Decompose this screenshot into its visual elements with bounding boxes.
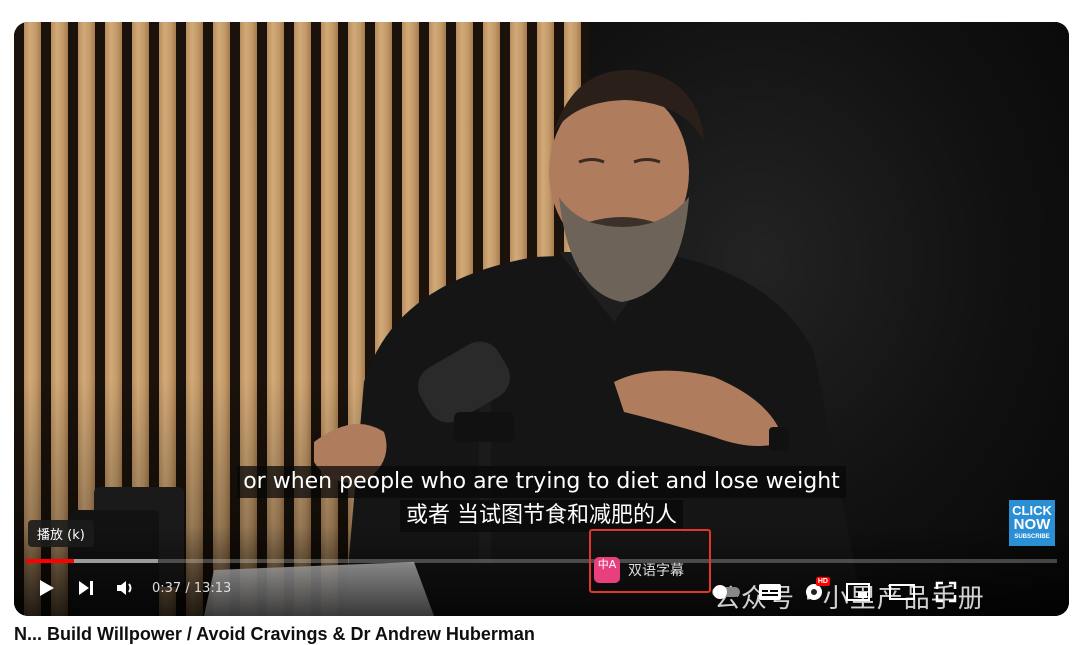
- time-display: 0:37 / 13:13: [152, 580, 232, 596]
- bilingual-icon: 中A: [594, 557, 620, 583]
- badge-line3: SUBSCRIBE: [1014, 534, 1050, 540]
- hd-badge: HD: [815, 577, 830, 586]
- right-controls: HD: [704, 574, 968, 610]
- fullscreen-icon: [935, 581, 957, 603]
- next-button[interactable]: [66, 570, 106, 606]
- subtitle-chinese: 或者 当试图节食和减肥的人: [400, 500, 683, 532]
- settings-button[interactable]: HD: [792, 574, 836, 610]
- miniplayer-button[interactable]: [836, 574, 880, 610]
- subtitle-english: or when people who are trying to diet an…: [237, 466, 846, 498]
- autoplay-icon: [712, 585, 740, 599]
- badge-line2: NOW: [1013, 516, 1051, 533]
- subtitle-area: or when people who are trying to diet an…: [14, 466, 1069, 532]
- bilingual-label: 双语字幕: [628, 563, 684, 579]
- progress-bar[interactable]: [26, 559, 1057, 563]
- volume-icon: [117, 581, 132, 595]
- bilingual-subtitle-button[interactable]: 中A 双语字幕: [594, 557, 684, 583]
- video-title: N... Build Willpower / Avoid Cravings & …: [14, 624, 535, 644]
- theater-icon: [889, 584, 915, 600]
- captions-button[interactable]: [748, 574, 792, 610]
- fullscreen-button[interactable]: [924, 574, 968, 610]
- subscribe-badge[interactable]: CLICK NOW SUBSCRIBE: [1009, 500, 1055, 546]
- theater-button[interactable]: [880, 574, 924, 610]
- progress-played: [26, 559, 75, 563]
- captions-icon: [759, 584, 781, 600]
- play-tooltip: 播放 (k): [28, 520, 94, 547]
- video-player[interactable]: or when people who are trying to diet an…: [14, 22, 1069, 616]
- miniplayer-icon: [846, 583, 870, 601]
- play-icon: [40, 580, 54, 596]
- volume-button[interactable]: [106, 570, 146, 606]
- play-button[interactable]: [26, 570, 66, 606]
- next-icon: [79, 581, 93, 595]
